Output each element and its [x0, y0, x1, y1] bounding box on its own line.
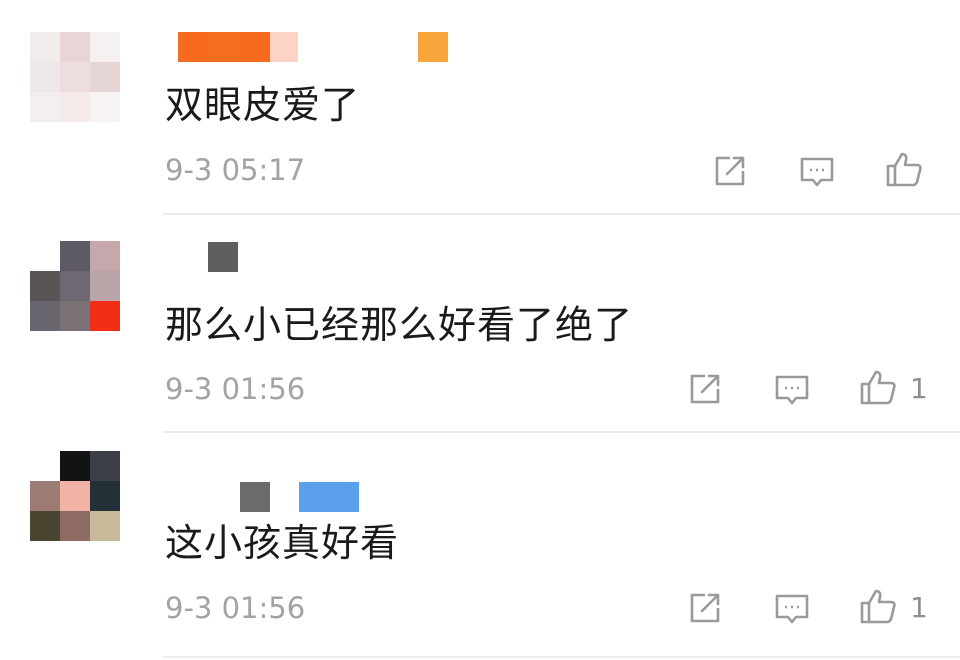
- avatar-pixel: [60, 511, 90, 541]
- avatar-pixel: [30, 241, 60, 271]
- share-button[interactable]: [685, 588, 725, 628]
- thumbs-up-icon: [886, 152, 922, 187]
- divider: [163, 213, 960, 215]
- avatar[interactable]: [30, 32, 120, 122]
- comment-icon: [775, 375, 809, 405]
- divider: [163, 656, 960, 658]
- like-count: 1: [910, 591, 928, 624]
- like-button[interactable]: [858, 367, 898, 407]
- avatar-pixel: [60, 481, 90, 511]
- share-icon: [690, 593, 720, 623]
- reply-button[interactable]: [772, 369, 812, 409]
- avatar-pixel: [30, 271, 60, 301]
- username-pixel: [418, 32, 448, 62]
- share-icon: [690, 374, 720, 404]
- avatar-pixel: [30, 32, 60, 62]
- avatar-pixel: [60, 62, 90, 92]
- comment-item: 那么小已经那么好看了绝了 9-3 01:56 1: [0, 216, 960, 433]
- comment-text: 这小孩真好看: [165, 521, 400, 565]
- avatar-pixel: [60, 92, 90, 122]
- avatar-pixel: [90, 241, 120, 271]
- comment-item: 这小孩真好看 9-3 01:56 1: [0, 434, 960, 660]
- share-icon: [715, 156, 745, 186]
- avatar-pixel: [90, 92, 120, 122]
- thumbs-up-icon: [860, 370, 896, 405]
- username-pixel: [178, 32, 208, 62]
- like-button[interactable]: [884, 149, 924, 189]
- username-pixel: [240, 32, 270, 62]
- comment-text: 双眼皮爱了: [165, 83, 361, 127]
- comment-item: 双眼皮爱了 9-3 05:17: [0, 0, 960, 215]
- divider: [163, 431, 960, 433]
- avatar-pixel: [30, 481, 60, 511]
- avatar[interactable]: [30, 451, 120, 541]
- avatar-pixel: [30, 92, 60, 122]
- comment-icon: [775, 594, 809, 624]
- username-pixel: [299, 482, 359, 512]
- comment-time: 9-3 01:56: [165, 372, 306, 406]
- avatar-pixel: [30, 301, 60, 331]
- share-button[interactable]: [710, 151, 750, 191]
- username-pixel: [270, 32, 298, 62]
- avatar-pixel: [30, 511, 60, 541]
- share-button[interactable]: [685, 369, 725, 409]
- avatar-pixel: [90, 301, 120, 331]
- reply-button[interactable]: [772, 588, 812, 628]
- avatar-pixel: [90, 32, 120, 62]
- avatar-pixel: [60, 241, 90, 271]
- like-count: 1: [910, 372, 928, 405]
- avatar-pixel: [90, 511, 120, 541]
- avatar-pixel: [60, 451, 90, 481]
- reply-button[interactable]: [797, 151, 837, 191]
- avatar-pixel: [60, 271, 90, 301]
- avatar-pixel: [90, 451, 120, 481]
- like-button[interactable]: [858, 586, 898, 626]
- avatar[interactable]: [30, 241, 120, 331]
- avatar-pixel: [90, 62, 120, 92]
- avatar-pixel: [30, 451, 60, 481]
- comment-time: 9-3 01:56: [165, 591, 306, 625]
- username-pixel: [208, 32, 240, 62]
- username-pixel: [208, 242, 238, 272]
- username-pixel: [240, 482, 270, 512]
- avatar-pixel: [90, 271, 120, 301]
- comment-icon: [800, 157, 834, 187]
- thumbs-up-icon: [860, 589, 896, 624]
- avatar-pixel: [60, 301, 90, 331]
- avatar-pixel: [90, 481, 120, 511]
- avatar-pixel: [30, 62, 60, 92]
- comment-text: 那么小已经那么好看了绝了: [165, 303, 634, 347]
- avatar-pixel: [60, 32, 90, 62]
- comment-time: 9-3 05:17: [165, 153, 306, 187]
